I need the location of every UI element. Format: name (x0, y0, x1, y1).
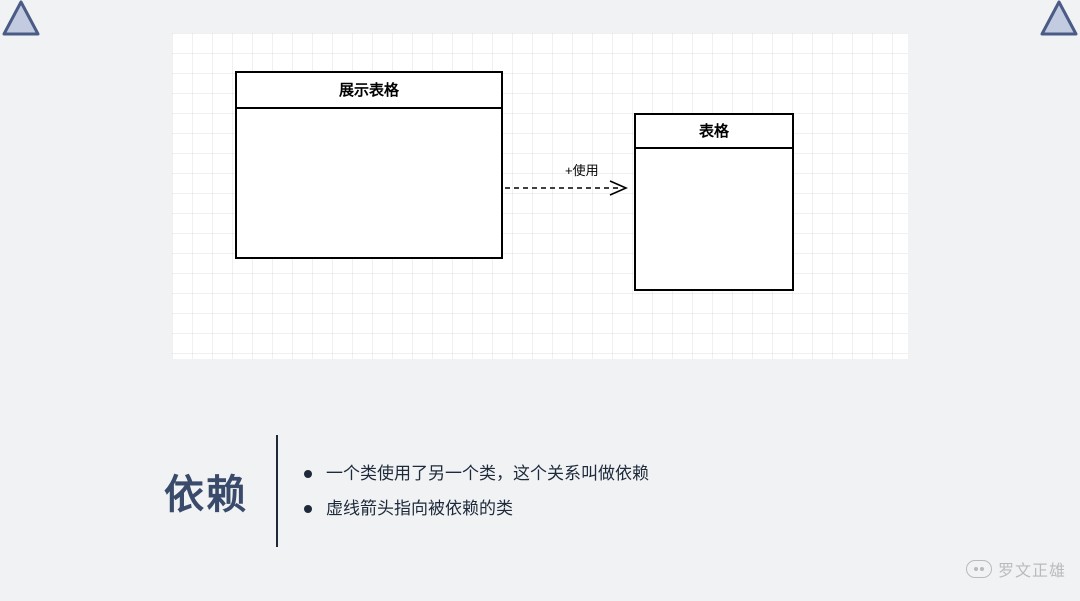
wechat-icon (966, 560, 992, 578)
uml-class-title: 表格 (636, 115, 792, 149)
bullet-list: 一个类使用了另一个类，这个关系叫做依赖 虚线箭头指向被依赖的类 (278, 452, 649, 530)
watermark: 罗文正雄 (966, 557, 1066, 581)
bullet-item: 虚线箭头指向被依赖的类 (304, 495, 649, 522)
uml-diagram: 展示表格 表格 +使用 (172, 33, 908, 359)
arrow-label: +使用 (565, 160, 599, 179)
uml-class-box-left: 展示表格 (235, 71, 503, 259)
section-title: 依赖 (164, 462, 276, 520)
triangle-icon (1038, 0, 1080, 42)
triangle-icon (0, 0, 42, 42)
uml-class-box-right: 表格 (634, 113, 794, 291)
uml-class-title: 展示表格 (237, 73, 501, 109)
watermark-text: 罗文正雄 (998, 557, 1066, 581)
bullet-item: 一个类使用了另一个类，这个关系叫做依赖 (304, 460, 649, 487)
info-section: 依赖 一个类使用了另一个类，这个关系叫做依赖 虚线箭头指向被依赖的类 (164, 435, 649, 547)
slide: 展示表格 表格 +使用 依赖 一个类使用了另一个类，这个关系叫做依赖 虚线箭头指… (0, 0, 1080, 601)
